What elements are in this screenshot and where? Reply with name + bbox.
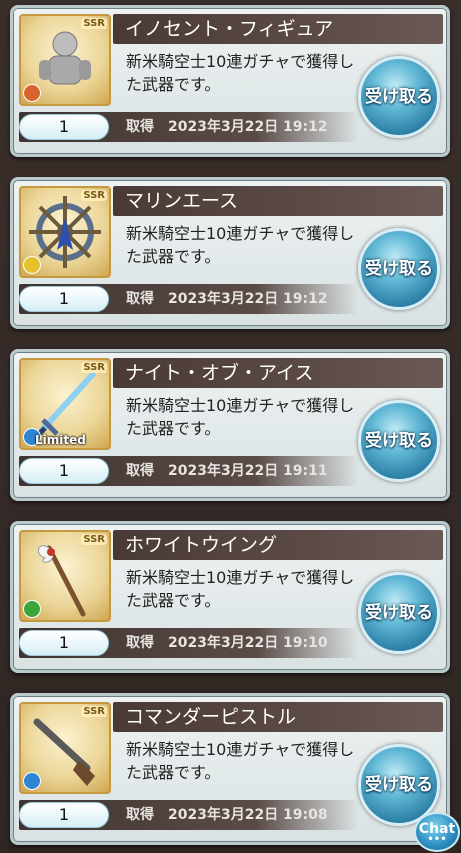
acquired-date: 2023年3月22日 19:10 <box>168 635 328 651</box>
rarity-badge: SSR <box>81 190 107 201</box>
rarity-badge: SSR <box>81 362 107 373</box>
item-description: 新米騎空士10連ガチャで獲得した武器です。 <box>126 52 355 94</box>
item-description: 新米騎空士10連ガチャで獲得した武器です。 <box>126 224 355 266</box>
receive-button[interactable]: 受け取る <box>358 400 440 482</box>
gift-card: SSR コマンダーピストル 新米騎空士10連ガチャで獲得した武器です。 1 取得… <box>10 693 450 845</box>
item-name: ナイト・オブ・アイス <box>113 358 443 388</box>
acquired-date: 2023年3月22日 19:11 <box>168 463 328 479</box>
item-name: イノセント・フィギュア <box>113 14 443 44</box>
acquired-info: 取得 2023年3月22日 19:08 <box>126 802 328 828</box>
acquired-label: 取得 <box>126 635 154 651</box>
item-description: 新米騎空士10連ガチャで獲得した武器です。 <box>126 568 355 610</box>
acquired-label: 取得 <box>126 119 154 135</box>
item-description: 新米騎空士10連ガチャで獲得した武器です。 <box>126 396 355 438</box>
gift-card: SSR マリンエース 新米騎空士10連ガチャで獲得した武器です。 1 取得 202… <box>10 177 450 329</box>
acquired-info: 取得 2023年3月22日 19:11 <box>126 458 328 484</box>
wind-element-icon <box>23 600 41 618</box>
chat-dots-icon: ••• <box>427 834 447 845</box>
receive-button[interactable]: 受け取る <box>358 56 440 138</box>
acquired-date: 2023年3月22日 19:12 <box>168 291 328 307</box>
quantity-field: 1 <box>19 630 109 656</box>
weapon-thumbnail: SSR <box>19 702 111 794</box>
limited-badge: Limited <box>35 433 86 447</box>
acquired-label: 取得 <box>126 463 154 479</box>
acquired-date: 2023年3月22日 19:08 <box>168 807 328 823</box>
weapon-thumbnail: SSR <box>19 530 111 622</box>
weapon-thumbnail: SSR <box>19 14 111 106</box>
acquired-info: 取得 2023年3月22日 19:10 <box>126 630 328 656</box>
acquired-label: 取得 <box>126 291 154 307</box>
gift-card: SSR ホワイトウイング 新米騎空士10連ガチャで獲得した武器です。 1 取得 2… <box>10 521 450 673</box>
quantity-field: 1 <box>19 458 109 484</box>
acquired-date: 2023年3月22日 19:12 <box>168 119 328 135</box>
item-name: コマンダーピストル <box>113 702 443 732</box>
receive-button[interactable]: 受け取る <box>358 572 440 654</box>
acquired-info: 取得 2023年3月22日 19:12 <box>126 114 328 140</box>
quantity-field: 1 <box>19 114 109 140</box>
rarity-badge: SSR <box>81 534 107 545</box>
item-description: 新米騎空士10連ガチャで獲得した武器です。 <box>126 740 355 782</box>
item-name: マリンエース <box>113 186 443 216</box>
rarity-badge: SSR <box>81 18 107 29</box>
gift-card: SSR イノセント・フィギュア 新米騎空士10連ガチャで獲得した武器です。 1 … <box>10 5 450 157</box>
receive-button[interactable]: 受け取る <box>358 228 440 310</box>
rarity-badge: SSR <box>81 706 107 717</box>
weapon-thumbnail: SSR Limited <box>19 358 111 450</box>
weapon-thumbnail: SSR <box>19 186 111 278</box>
fire-element-icon <box>23 84 41 102</box>
item-name: ホワイトウイング <box>113 530 443 560</box>
chat-button[interactable]: Chat ••• <box>414 812 460 852</box>
quantity-field: 1 <box>19 802 109 828</box>
acquired-info: 取得 2023年3月22日 19:12 <box>126 286 328 312</box>
quantity-field: 1 <box>19 286 109 312</box>
water-element-icon <box>23 772 41 790</box>
gift-card: SSR Limited ナイト・オブ・アイス 新米騎空士10連ガチャで獲得した武… <box>10 349 450 501</box>
light-element-icon <box>23 256 41 274</box>
acquired-label: 取得 <box>126 807 154 823</box>
